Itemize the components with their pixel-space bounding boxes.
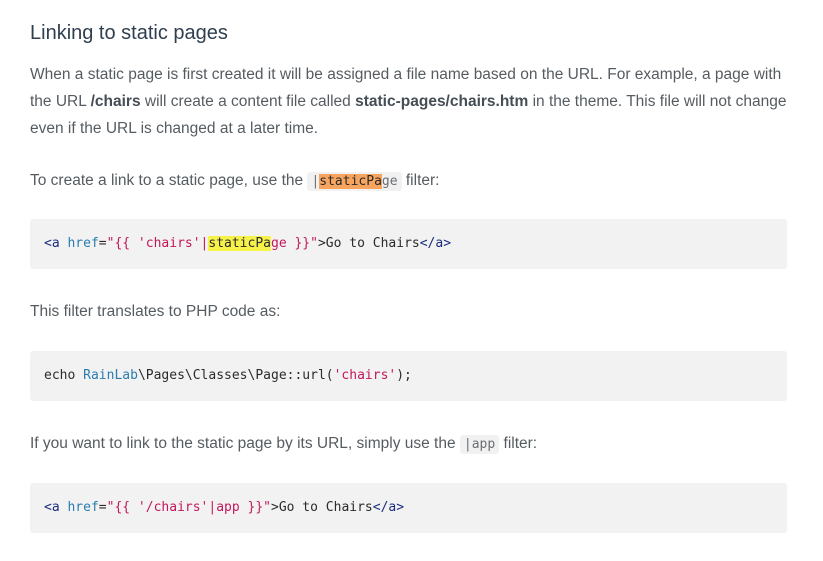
class-path: \Pages\Classes\Page::url( <box>137 368 334 383</box>
intro-text-2: will create a content file called <box>140 93 356 110</box>
para4-after: filter: <box>499 435 538 452</box>
para2-before: To create a link to a static page, use t… <box>30 172 308 189</box>
code-block-php: echo RainLab\Pages\Classes\Page::url('ch… <box>30 351 787 401</box>
code-block-static-page: <a href="{{ 'chairs'|staticPage }}">Go t… <box>30 219 787 269</box>
tag-close: </a> <box>372 500 405 515</box>
intro-paragraph: When a static page is first created it w… <box>30 61 787 142</box>
section-heading: Linking to static pages <box>30 22 228 44</box>
echo-keyword: echo <box>44 368 84 383</box>
link-text: Go to Chairs <box>325 236 420 251</box>
attr-eq: = <box>98 236 107 251</box>
link-text: Go to Chairs <box>278 500 373 515</box>
app-filter-paragraph: If you want to link to the static page b… <box>30 430 537 458</box>
app-filter-code: |app <box>459 435 500 454</box>
php-translation-paragraph: This filter translates to PHP code as: <box>30 303 281 320</box>
search-highlight-code: staticPa <box>208 236 271 251</box>
attr-name: href <box>67 236 99 251</box>
attr-name: href <box>67 500 99 515</box>
search-highlight: staticPa <box>319 174 382 189</box>
filter-rest: ge <box>381 174 398 189</box>
tag-open: <a <box>44 500 60 515</box>
static-page-filter-code: |staticPage <box>307 172 402 191</box>
php-end: ); <box>396 368 412 383</box>
tag-close: </a> <box>419 236 452 251</box>
para2-after: filter: <box>401 172 440 189</box>
code-line: <a href="{{ 'chairs'|staticPage }}">Go t… <box>44 235 451 253</box>
attr-value-b: ge }}" <box>271 236 318 251</box>
code-block-app: <a href="{{ '/chairs'|app }}">Go to Chai… <box>30 483 787 533</box>
file-bold: static-pages/chairs.htm <box>355 93 529 110</box>
attr-eq: = <box>98 500 107 515</box>
php-arg: 'chairs' <box>333 368 397 383</box>
para4-before: If you want to link to the static page b… <box>30 435 460 452</box>
tag-open: <a <box>44 236 60 251</box>
namespace: RainLab <box>83 368 138 383</box>
link-instruction-paragraph: To create a link to a static page, use t… <box>30 167 439 195</box>
tag-gt: > <box>271 500 279 515</box>
tag-gt: > <box>317 236 326 251</box>
attr-value: "{{ '/chairs'|app }}" <box>106 500 271 515</box>
attr-value-a: "{{ 'chairs'| <box>106 236 209 251</box>
code-line: <a href="{{ '/chairs'|app }}">Go to Chai… <box>44 499 404 517</box>
code-line: echo RainLab\Pages\Classes\Page::url('ch… <box>44 367 412 385</box>
url-bold: /chairs <box>90 93 141 110</box>
